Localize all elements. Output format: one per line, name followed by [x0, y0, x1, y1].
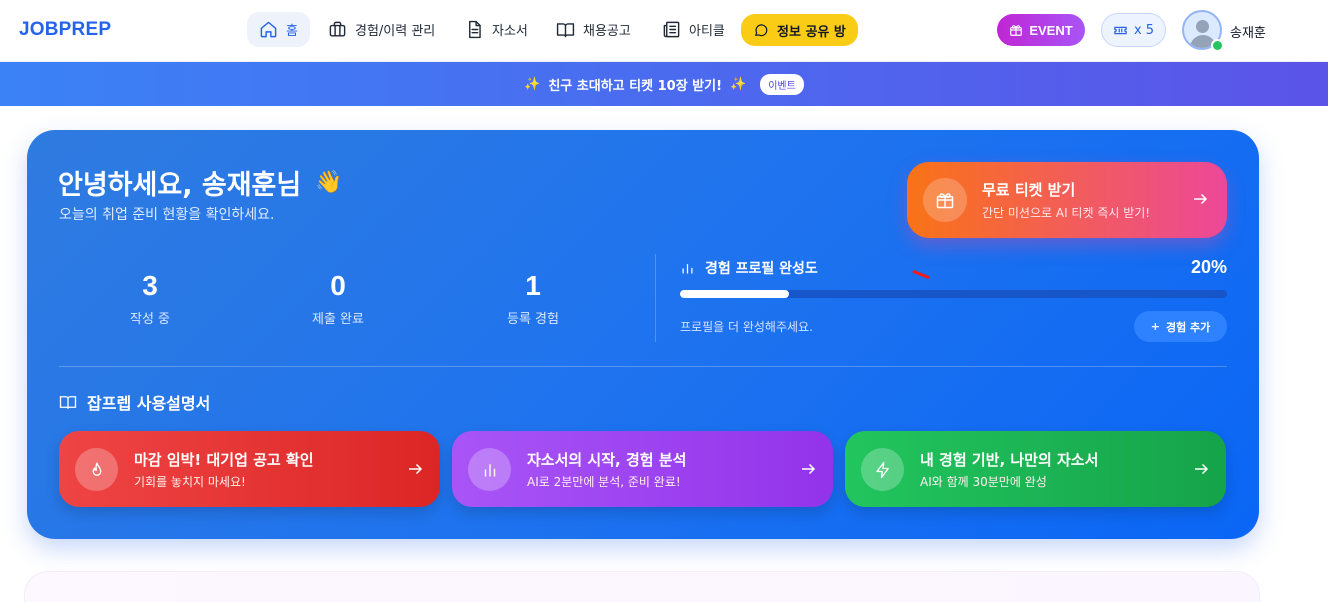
- stat-value: 3: [142, 270, 158, 301]
- lightning-icon: [875, 461, 889, 478]
- share-room-button[interactable]: 정보 공유 방: [741, 14, 858, 46]
- next-section-card: [24, 571, 1260, 602]
- free-ticket-card[interactable]: 무료 티켓 받기 간단 미션으로 AI 티켓 즉시 받기!: [907, 162, 1227, 238]
- event-button[interactable]: EVENT: [997, 14, 1085, 46]
- profile-hint: 프로필을 더 완성해주세요.: [680, 320, 813, 334]
- nav-item-articles[interactable]: 아티클: [650, 12, 737, 47]
- profile-completion-title: 경험 프로필 완성도: [680, 258, 818, 278]
- newspaper-icon: [663, 21, 680, 38]
- ticket-count: x 5: [1133, 22, 1155, 38]
- icon-circle: [75, 448, 118, 491]
- nav-label: 자소서: [492, 24, 528, 39]
- username[interactable]: 송재훈: [1230, 22, 1266, 41]
- sparkle-icon: ✨: [730, 76, 747, 92]
- chat-bubble-icon: [755, 24, 768, 37]
- stat-label: 제출 완료: [312, 312, 364, 327]
- guide-card-subtitle: 기회를 놓치지 마세요!: [134, 475, 246, 489]
- stat-registered-experience: 1 등록 경험: [463, 270, 603, 327]
- invite-banner[interactable]: ✨ 친구 초대하고 티켓 10장 받기! ✨ 이벤트: [0, 62, 1328, 106]
- stat-value: 0: [330, 270, 346, 301]
- guide-title-text: 잡프렙 사용설명서: [87, 394, 211, 413]
- event-label: EVENT: [1029, 22, 1073, 38]
- guide-card-experience-analysis[interactable]: 자소서의 시작, 경험 분석 AI로 2분만에 분석, 준비 완료!: [452, 431, 833, 507]
- guide-card-subtitle: AI와 함께 30분만에 완성: [920, 475, 1047, 489]
- free-ticket-subtitle: 간단 미션으로 AI 티켓 즉시 받기!: [982, 206, 1151, 220]
- app-logo[interactable]: JOBPREP: [19, 19, 111, 41]
- book-icon: [556, 23, 575, 38]
- guide-card-job-postings[interactable]: 마감 임박! 대기업 공고 확인 기회를 놓치지 마세요!: [59, 431, 440, 507]
- greeting: 안녕하세요, 송재훈님 👋: [58, 163, 343, 202]
- share-room-label: 정보 공유 방: [777, 24, 846, 40]
- profile-title-text: 경험 프로필 완성도: [705, 261, 818, 277]
- dashboard-hero-card: 안녕하세요, 송재훈님 👋 오늘의 취업 준비 현황을 확인하세요. 무료 티켓…: [27, 130, 1259, 539]
- nav-label: 아티클: [689, 24, 725, 39]
- gift-icon: [936, 193, 954, 209]
- stat-label: 작성 중: [129, 312, 170, 327]
- nav-item-job-postings[interactable]: 채용공고: [544, 12, 643, 47]
- bar-chart-icon: [682, 263, 693, 273]
- sparkle-icon: ✨: [524, 76, 541, 92]
- gift-icon: [1010, 25, 1023, 36]
- stat-in-progress: 3 작성 중: [80, 270, 220, 327]
- stat-submitted: 0 제출 완료: [268, 270, 408, 327]
- greeting-text: 안녕하세요, 송재훈님: [58, 170, 302, 201]
- guide-card-title: 자소서의 시작, 경험 분석: [527, 451, 687, 469]
- annotation-mark: [912, 269, 930, 280]
- add-experience-label: 경험 추가: [1165, 320, 1211, 334]
- briefcase-icon: [329, 21, 346, 37]
- guide-card-essay-writing[interactable]: 내 경험 기반, 나만의 자소서 AI와 함께 30분만에 완성: [845, 431, 1226, 507]
- book-open-icon: [59, 396, 77, 409]
- nav-item-experience[interactable]: 경험/이력 관리: [316, 12, 447, 47]
- nav-label: 경험/이력 관리: [355, 24, 436, 39]
- stat-label: 등록 경험: [507, 312, 559, 327]
- nav-item-essay[interactable]: 자소서: [453, 12, 540, 47]
- nav-item-home[interactable]: 홈: [247, 12, 310, 47]
- guide-card-subtitle: AI로 2분만에 분석, 준비 완료!: [527, 475, 681, 489]
- profile-progress-fill: [680, 290, 790, 298]
- nav-label: 채용공고: [583, 24, 631, 39]
- guide-card-title: 마감 임박! 대기업 공고 확인: [134, 451, 314, 469]
- document-icon: [469, 20, 481, 39]
- arrow-right-icon: [1195, 463, 1209, 475]
- free-ticket-title: 무료 티켓 받기: [982, 181, 1076, 199]
- profile-percent: 20%: [1190, 257, 1227, 277]
- online-status-dot: [1211, 39, 1224, 52]
- stat-value: 1: [525, 270, 541, 301]
- arrow-right-icon: [409, 463, 423, 475]
- arrow-right-icon: [802, 463, 816, 475]
- wave-icon: 👋: [315, 170, 343, 195]
- profile-progress-bar: [680, 290, 1227, 298]
- icon-circle: [468, 448, 511, 491]
- vertical-divider: [655, 254, 656, 342]
- top-nav: JOBPREP 홈 경험/이력 관리 자소서 채용공고 아티클 정보 공유 방 …: [0, 0, 1328, 62]
- home-icon: [260, 21, 277, 38]
- bar-chart-icon: [484, 463, 495, 477]
- avatar-head: [1196, 20, 1209, 33]
- flame-icon: [92, 462, 101, 476]
- guide-card-title: 내 경험 기반, 나만의 자소서: [920, 451, 1099, 469]
- icon-circle: [861, 448, 904, 491]
- gift-icon-circle: [923, 178, 967, 222]
- greeting-subtitle: 오늘의 취업 준비 현황을 확인하세요.: [59, 207, 275, 223]
- banner-text: 친구 초대하고 티켓 10장 받기!: [548, 78, 723, 94]
- add-experience-button[interactable]: + 경험 추가: [1134, 311, 1227, 342]
- nav-label: 홈: [286, 24, 298, 39]
- plus-icon: +: [1150, 320, 1160, 333]
- ticket-icon: [1114, 26, 1127, 34]
- event-pill[interactable]: 이벤트: [760, 73, 804, 95]
- arrow-right-icon: [1194, 193, 1208, 205]
- horizontal-divider: [59, 366, 1227, 367]
- guide-title: 잡프렙 사용설명서: [59, 390, 210, 414]
- ticket-count-button[interactable]: x 5: [1101, 13, 1166, 47]
